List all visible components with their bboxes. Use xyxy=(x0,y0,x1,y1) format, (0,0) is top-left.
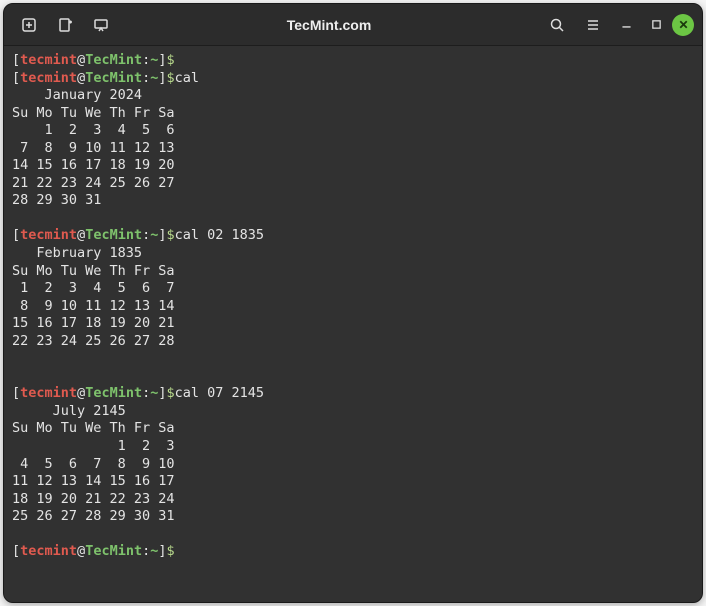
command-input: cal 07 2145 xyxy=(175,385,264,401)
new-window-button[interactable] xyxy=(48,10,82,40)
cal-row: 11 12 13 14 15 16 17 xyxy=(12,473,694,491)
titlebar-right-controls xyxy=(540,10,694,40)
cal-row: 4 5 6 7 8 9 10 xyxy=(12,456,694,474)
cal-row: 18 19 20 21 22 23 24 xyxy=(12,491,694,509)
cal-header: Su Mo Tu We Th Fr Sa xyxy=(12,420,694,438)
terminal-window: TecMint.com [tecmint@TecMint:~]$[tecmint… xyxy=(3,3,703,603)
broadcast-button[interactable] xyxy=(84,10,118,40)
blank-line xyxy=(12,350,694,368)
cal-title: January 2024 xyxy=(12,87,694,105)
command-input: cal 02 1835 xyxy=(175,227,264,243)
titlebar: TecMint.com xyxy=(4,4,702,46)
prompt-line: [tecmint@TecMint:~]$cal 07 2145 xyxy=(12,385,694,403)
titlebar-left-controls xyxy=(12,10,118,40)
new-tab-button[interactable] xyxy=(12,10,46,40)
cal-row: 1 2 3 4 5 6 7 xyxy=(12,280,694,298)
command-input: cal xyxy=(175,70,199,86)
prompt-line: [tecmint@TecMint:~]$cal xyxy=(12,70,694,88)
cal-title: February 1835 xyxy=(12,245,694,263)
cal-header: Su Mo Tu We Th Fr Sa xyxy=(12,263,694,281)
minimize-button[interactable] xyxy=(612,11,640,39)
cal-header: Su Mo Tu We Th Fr Sa xyxy=(12,105,694,123)
prompt-line: [tecmint@TecMint:~]$ xyxy=(12,52,694,70)
cal-row: 1 2 3 4 5 6 xyxy=(12,122,694,140)
prompt-line: [tecmint@TecMint:~]$cal 02 1835 xyxy=(12,227,694,245)
cal-title: July 2145 xyxy=(12,403,694,421)
cal-row: 15 16 17 18 19 20 21 xyxy=(12,315,694,333)
cal-row: 14 15 16 17 18 19 20 xyxy=(12,157,694,175)
menu-button[interactable] xyxy=(576,10,610,40)
search-button[interactable] xyxy=(540,10,574,40)
cal-row: 7 8 9 10 11 12 13 xyxy=(12,140,694,158)
close-button[interactable] xyxy=(672,14,694,36)
window-title: TecMint.com xyxy=(122,17,536,33)
maximize-button[interactable] xyxy=(642,11,670,39)
cal-row: 22 23 24 25 26 27 28 xyxy=(12,333,694,351)
cal-row: 1 2 3 xyxy=(12,438,694,456)
cal-row: 25 26 27 28 29 30 31 xyxy=(12,508,694,526)
cal-row: 21 22 23 24 25 26 27 xyxy=(12,175,694,193)
blank-line xyxy=(12,210,694,228)
blank-line xyxy=(12,368,694,386)
cal-row: 28 29 30 31 xyxy=(12,192,694,210)
blank-line xyxy=(12,526,694,544)
cal-row: 8 9 10 11 12 13 14 xyxy=(12,298,694,316)
terminal-body[interactable]: [tecmint@TecMint:~]$[tecmint@TecMint:~]$… xyxy=(4,46,702,602)
prompt-line: [tecmint@TecMint:~]$ xyxy=(12,543,694,561)
